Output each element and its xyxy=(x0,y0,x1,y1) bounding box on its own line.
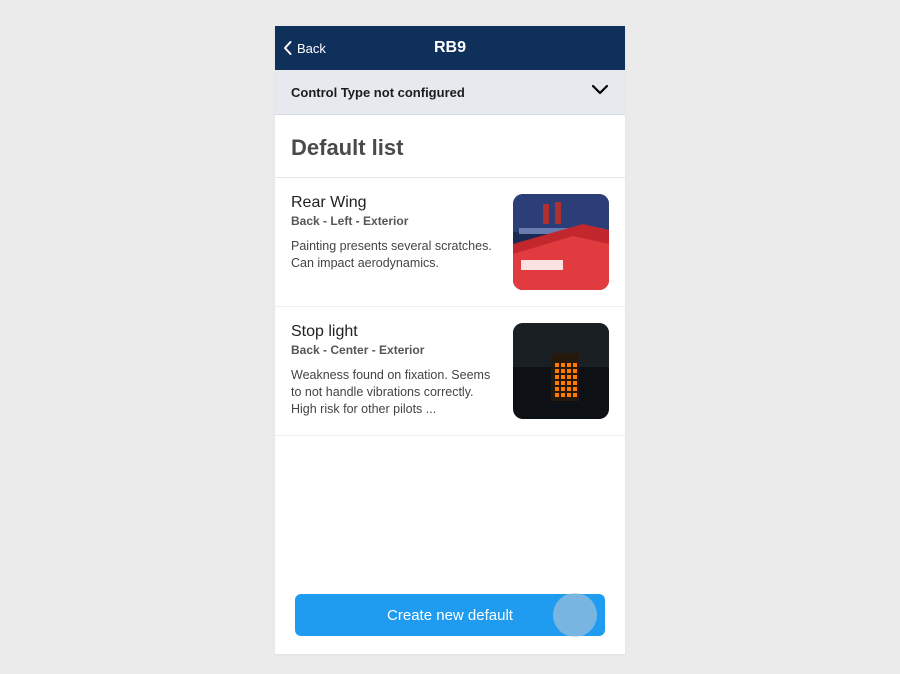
list-item-subtitle: Back - Left - Exterior xyxy=(291,214,501,228)
app-screen: Back RB9 Control Type not configured Def… xyxy=(275,26,625,654)
chevron-left-icon xyxy=(283,41,293,55)
list-item-subtitle: Back - Center - Exterior xyxy=(291,343,501,357)
list-item[interactable]: Stop light Back - Center - Exterior Weak… xyxy=(275,307,625,436)
list-item-title: Rear Wing xyxy=(291,194,501,212)
tap-indicator-icon xyxy=(553,593,597,637)
list-item-text: Rear Wing Back - Left - Exterior Paintin… xyxy=(291,194,501,290)
list-item-thumbnail xyxy=(513,323,609,419)
create-new-default-button[interactable]: Create new default xyxy=(295,594,605,636)
rear-wing-image-icon xyxy=(513,194,609,290)
back-label: Back xyxy=(297,41,326,56)
list-item-text: Stop light Back - Center - Exterior Weak… xyxy=(291,323,501,419)
navbar-title: RB9 xyxy=(275,39,625,57)
navbar: Back RB9 xyxy=(275,26,625,70)
list-item[interactable]: Rear Wing Back - Left - Exterior Paintin… xyxy=(275,178,625,307)
control-type-label: Control Type not configured xyxy=(291,85,465,100)
list-item-description: Painting presents several scratches. Can… xyxy=(291,238,501,272)
back-button[interactable]: Back xyxy=(275,41,326,56)
control-type-dropdown[interactable]: Control Type not configured xyxy=(275,70,625,115)
create-button-label: Create new default xyxy=(387,607,513,624)
list-item-description: Weakness found on fixation. Seems to not… xyxy=(291,367,501,418)
chevron-down-icon xyxy=(591,83,609,101)
list-item-thumbnail xyxy=(513,194,609,290)
section-title: Default list xyxy=(275,115,625,178)
list-item-title: Stop light xyxy=(291,323,501,341)
bottom-bar: Create new default xyxy=(275,580,625,654)
stop-light-image-icon xyxy=(513,323,609,419)
